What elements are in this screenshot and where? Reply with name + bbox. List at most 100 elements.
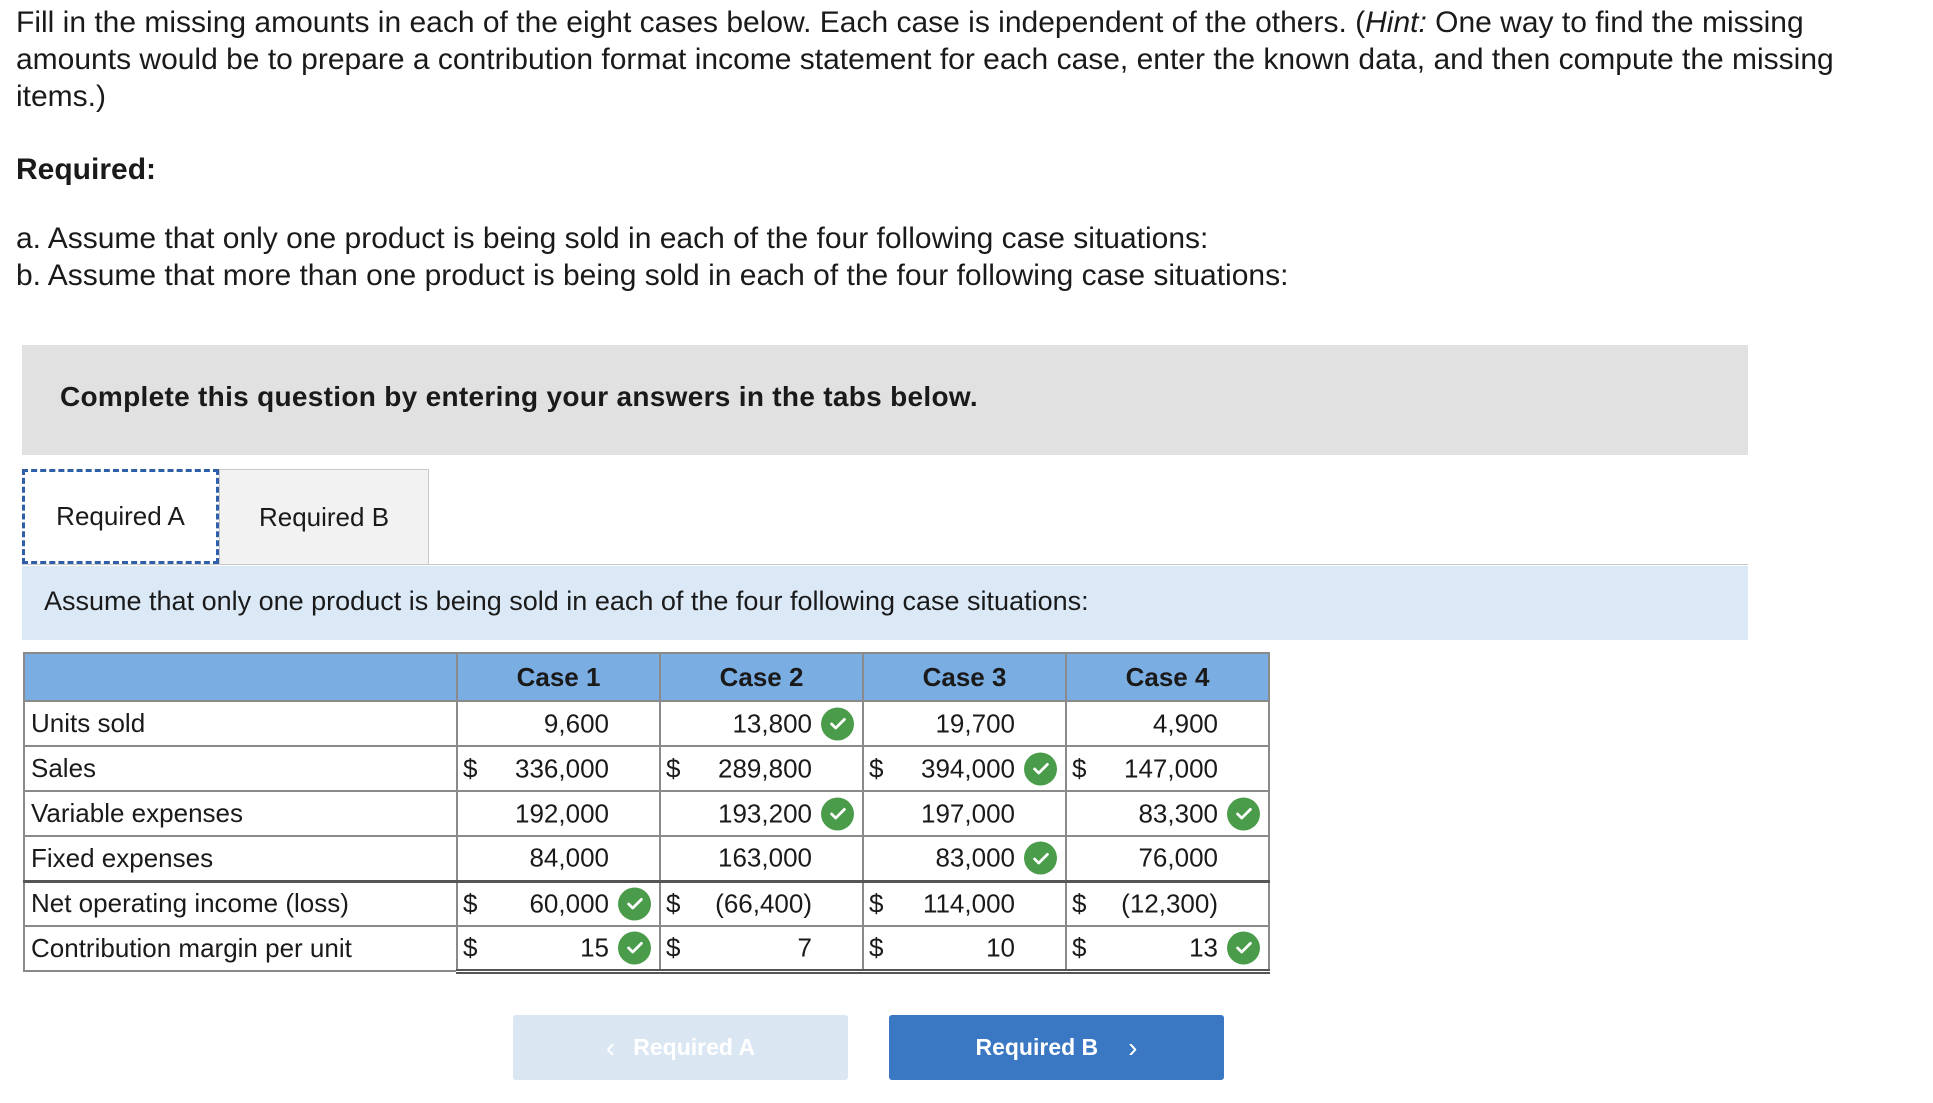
answer-value: (66,400) (715, 888, 812, 919)
currency-symbol: $ (869, 753, 884, 783)
answer-value: 7 (797, 932, 812, 963)
table-row-units-sold: Units sold 9,600 13,800 19,700 4,900 (23, 700, 1270, 747)
answer-value: 10 (986, 932, 1015, 963)
row-label: Sales (23, 745, 458, 792)
check-icon (1024, 841, 1057, 875)
instructions-banner: Complete this question by entering your … (22, 345, 1748, 455)
check-icon (821, 707, 854, 740)
row-label: Fixed expenses (23, 835, 458, 882)
header-case-3: Case 3 (862, 652, 1067, 702)
next-required-b-button[interactable]: Required B › (889, 1015, 1224, 1080)
answer-cell-case-1[interactable]: 192,000 (456, 790, 661, 837)
answer-value: (12,300) (1121, 888, 1218, 919)
answer-value: 394,000 (921, 753, 1015, 783)
table-row-variable-expenses: Variable expenses 192,000 193,200 197,000 83… (23, 790, 1270, 837)
tab-bar: Required A Required B (22, 469, 1748, 566)
row-label: Contribution margin per unit (23, 925, 458, 972)
answer-cell-case-4[interactable]: 4,900 (1065, 700, 1270, 747)
currency-symbol: $ (463, 888, 478, 919)
row-label: Variable expenses (23, 790, 458, 837)
answer-value: 19,700 (935, 708, 1015, 738)
required-list: a. Assume that only one product is being… (16, 220, 1288, 294)
table-row-net-operating-income: Net operating income (loss) $60,000 $ (66,4… (23, 879, 1270, 927)
currency-symbol: $ (1072, 888, 1087, 919)
answer-cell-case-1[interactable]: $60,000 (456, 879, 661, 927)
answer-value: 83,300 (1138, 798, 1218, 828)
row-label: Net operating income (loss) (23, 879, 458, 927)
header-case-1: Case 1 (456, 652, 661, 702)
answer-cell-case-4[interactable]: 76,000 (1065, 835, 1270, 882)
currency-symbol: $ (463, 753, 478, 783)
answer-value: 60,000 (529, 888, 609, 919)
answer-cell-case-1[interactable]: $336,000 (456, 745, 661, 792)
prev-button-label: Required A (633, 1034, 756, 1060)
check-icon (618, 931, 651, 965)
answer-cell-case-2[interactable]: 13,800 (659, 700, 864, 747)
next-button-label: Required B (975, 1034, 1099, 1060)
row-label: Units sold (23, 700, 458, 747)
answer-cell-case-2[interactable]: $ (66,400) (659, 879, 864, 927)
answer-value: 289,800 (718, 753, 812, 783)
answer-cell-case-2[interactable]: 193,200 (659, 790, 864, 837)
answer-cell-case-4[interactable]: $13 (1065, 925, 1270, 974)
currency-symbol: $ (463, 932, 478, 963)
header-case-4: Case 4 (1065, 652, 1270, 702)
table-header-row: Case 1 Case 2 Case 3 Case 4 (23, 652, 1270, 702)
intro-text-before: Fill in the missing amounts in each of t… (16, 6, 1366, 39)
answer-cell-case-3[interactable]: $394,000 (862, 745, 1067, 792)
table-row-fixed-expenses: Fixed expenses 84,000 163,000 83,000 76,000 (23, 835, 1270, 882)
question-intro: Fill in the missing amounts in each of t… (16, 4, 1916, 115)
answer-value: 336,000 (515, 753, 609, 783)
answer-cell-case-4[interactable]: 83,300 (1065, 790, 1270, 837)
required-item-b: b. Assume that more than one product is … (16, 259, 1289, 292)
check-icon (821, 797, 854, 830)
currency-symbol: $ (869, 888, 884, 919)
currency-symbol: $ (666, 753, 681, 783)
answer-value: 13 (1189, 932, 1218, 963)
answer-cell-case-2[interactable]: 163,000 (659, 835, 864, 882)
answer-cell-case-4[interactable]: $ (12,300) (1065, 879, 1270, 927)
cases-table: Case 1 Case 2 Case 3 Case 4 Units sold 9,… (23, 652, 1270, 974)
answer-cell-case-2[interactable]: $7 (659, 925, 864, 974)
answer-cell-case-3[interactable]: 19,700 (862, 700, 1067, 747)
answer-value: 4,900 (1152, 708, 1218, 738)
answer-value: 83,000 (935, 842, 1015, 873)
tab-required-b[interactable]: Required B (219, 469, 429, 564)
answer-cell-case-3[interactable]: 197,000 (862, 790, 1067, 837)
instruction-bar: Assume that only one product is being so… (22, 566, 1748, 640)
answer-cell-case-2[interactable]: $289,800 (659, 745, 864, 792)
answer-value: 84,000 (529, 842, 609, 873)
header-blank (23, 652, 458, 702)
chevron-right-icon: › (1128, 1031, 1138, 1063)
answer-cell-case-1[interactable]: 84,000 (456, 835, 661, 882)
answer-cell-case-3[interactable]: $10 (862, 925, 1067, 974)
answer-cell-case-3[interactable]: 83,000 (862, 835, 1067, 882)
tab-required-a[interactable]: Required A (22, 469, 219, 564)
answer-value: 76,000 (1138, 842, 1218, 873)
answer-value: 13,800 (732, 708, 812, 738)
prev-required-a-button[interactable]: ‹ Required A (513, 1015, 848, 1080)
answer-value: 197,000 (921, 798, 1015, 828)
required-heading: Required: (16, 153, 157, 186)
table-row-contribution-margin-per-unit: Contribution margin per unit $15 $7 $10 $13 (23, 925, 1270, 974)
check-icon (1227, 931, 1260, 965)
table-body: Units sold 9,600 13,800 19,700 4,900 Sales $33… (23, 700, 1270, 974)
answer-cell-case-1[interactable]: 9,600 (456, 700, 661, 747)
table-row-sales: Sales $336,000 $289,800 $394,000 $147,000 (23, 745, 1270, 792)
header-case-2: Case 2 (659, 652, 864, 702)
answer-cell-case-1[interactable]: $15 (456, 925, 661, 974)
hint-label: Hint: (1365, 6, 1427, 39)
answer-value: 9,600 (543, 708, 609, 738)
check-icon (618, 887, 651, 921)
answer-cell-case-4[interactable]: $147,000 (1065, 745, 1270, 792)
answer-cell-case-3[interactable]: $114,000 (862, 879, 1067, 927)
currency-symbol: $ (1072, 753, 1087, 783)
answer-value: 15 (580, 932, 609, 963)
answer-value: 192,000 (515, 798, 609, 828)
page: Fill in the missing amounts in each of t… (0, 0, 1933, 1103)
currency-symbol: $ (666, 932, 681, 963)
currency-symbol: $ (1072, 932, 1087, 963)
answer-value: 193,200 (718, 798, 812, 828)
required-item-a: a. Assume that only one product is being… (16, 222, 1209, 255)
answer-value: 147,000 (1124, 753, 1218, 783)
